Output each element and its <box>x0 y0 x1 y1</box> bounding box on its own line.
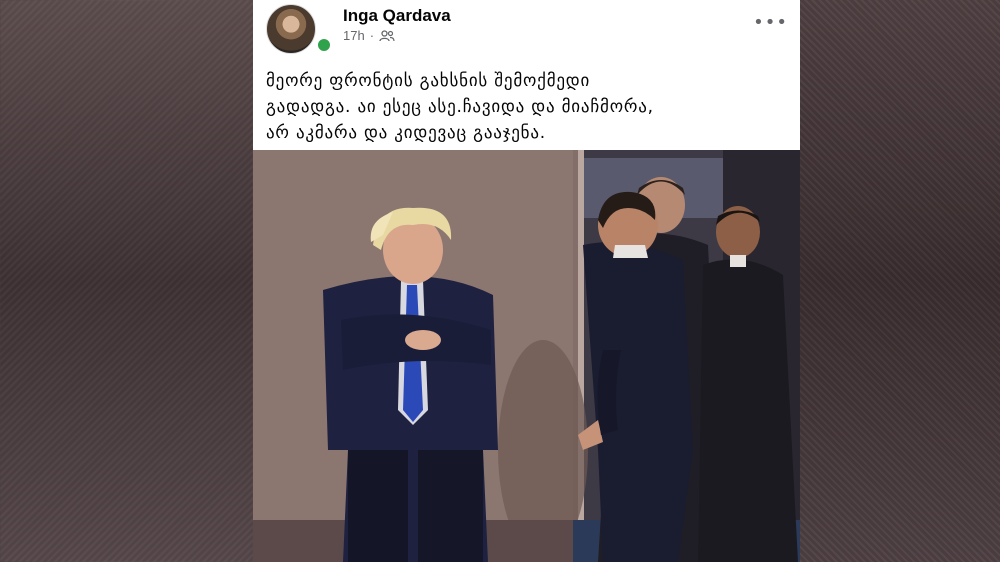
background-right <box>800 0 1000 562</box>
post-text-line: არ აკმარა და კიდევაც გააჯენა. <box>266 123 546 143</box>
more-options-icon[interactable]: ••• <box>753 12 788 33</box>
post-text-line: მეორე ფრონტის გახსნის შემოქმედი <box>266 71 591 91</box>
avatar[interactable] <box>266 4 316 54</box>
post-meta: 17h · <box>343 28 395 43</box>
online-status-icon <box>316 37 332 53</box>
author-name[interactable]: Inga Qardava <box>343 6 451 26</box>
photo-illustration <box>253 150 800 562</box>
facebook-post: Inga Qardava 17h · ••• მეორე ფრონტის გახ… <box>253 0 800 562</box>
background-left <box>0 0 253 562</box>
post-text-line: გადადგა. აი ესეც ასე.ჩავიდა და მიაჩმორა, <box>266 97 654 117</box>
post-time[interactable]: 17h <box>343 28 365 43</box>
friends-icon[interactable] <box>379 29 395 42</box>
post-photo[interactable] <box>253 150 800 562</box>
meta-separator: · <box>369 28 375 43</box>
post-header: Inga Qardava 17h · ••• <box>253 0 800 60</box>
post-text: მეორე ფრონტის გახსნის შემოქმედი გადადგა.… <box>266 68 786 146</box>
